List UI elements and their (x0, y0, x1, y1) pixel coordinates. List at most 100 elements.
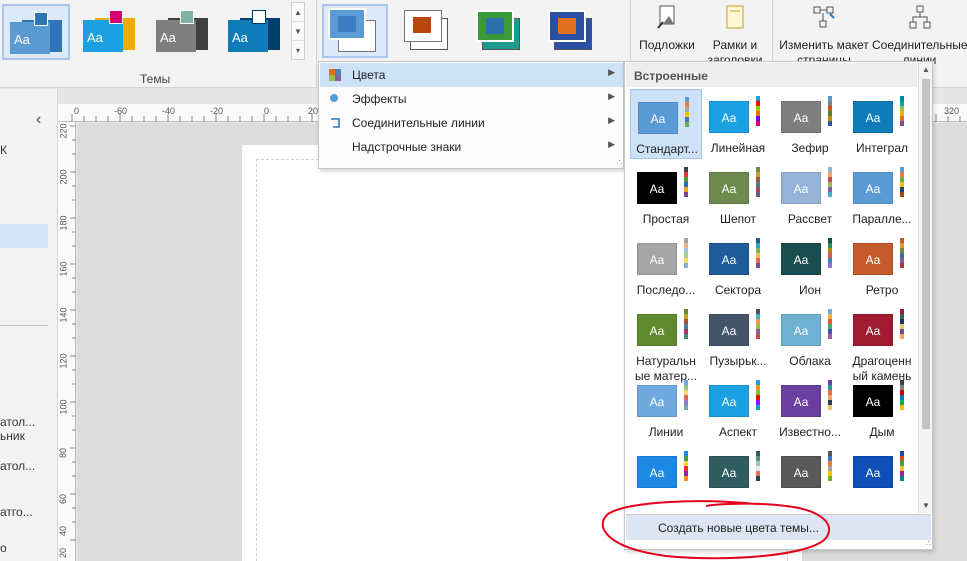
ruler-label: 220 (58, 123, 69, 139)
gallery-down-icon[interactable]: ▼ (292, 22, 304, 41)
panel-selected-item[interactable] (0, 224, 48, 248)
ruler-label: -60 (114, 106, 128, 116)
color-scheme-name: Зефир (791, 141, 829, 155)
ruler-label: 20 (308, 106, 319, 116)
color-scheme-swatch: Aa (637, 385, 677, 417)
color-scheme-palette-strip (828, 309, 832, 339)
stencil-item-3[interactable]: атго... (0, 505, 33, 519)
color-scheme-palette-strip (828, 380, 832, 410)
themes-gallery-scroll[interactable]: ▲ ▼ ▾ (291, 2, 305, 60)
color-scheme-item[interactable]: Aa Шепот (702, 160, 774, 230)
relayout-page-button[interactable]: Изменить макет страницы (776, 0, 872, 68)
backgrounds-button[interactable]: Подложки (634, 0, 700, 53)
color-scheme-item[interactable]: Aa Драгоценн ый камень (846, 302, 917, 383)
menu-item-colors[interactable]: Цвета ▶ (320, 63, 623, 87)
theme-thumb-label: Aa (87, 30, 103, 45)
color-scheme-item[interactable]: Aa Натуральн ые матер... (630, 302, 702, 383)
color-scheme-item[interactable]: Aa Простая (630, 160, 702, 230)
menu-item-effects[interactable]: Эффекты ▶ (320, 87, 623, 111)
palette-color-block (684, 476, 688, 481)
resize-grip-icon[interactable]: ∴ (617, 158, 622, 167)
color-scheme-swatch: Aa (781, 385, 821, 417)
color-scheme-item[interactable]: Aa Интеграл (846, 89, 917, 159)
color-scheme-item[interactable]: Aa Аспект (702, 373, 774, 443)
stencil-item-1[interactable]: атол... (0, 415, 35, 429)
color-scheme-palette-strip (900, 167, 904, 197)
stencil-item-1b: ьник (0, 429, 25, 443)
theme-thumb-integral[interactable]: Aa (222, 4, 290, 60)
color-scheme-item[interactable]: Aa Рассвет (774, 160, 846, 230)
palette-color-block (828, 192, 832, 197)
gallery-up-icon[interactable]: ▲ (292, 3, 304, 22)
color-scheme-name: Ион (799, 283, 821, 297)
connectors-button[interactable]: Соединительные линии (872, 0, 967, 68)
ruler-label: 180 (58, 215, 69, 231)
color-scheme-item[interactable]: Aa Пузырьк... (702, 302, 774, 372)
color-scheme-palette-strip (756, 309, 760, 339)
gallery-more-icon[interactable]: ▾ (292, 41, 304, 60)
color-scheme-swatch: Aa (781, 456, 821, 488)
stencil-item-4[interactable]: о (0, 541, 7, 555)
color-scheme-palette-strip (828, 167, 832, 197)
palette-color-block (828, 334, 832, 339)
gallery-scrollbar[interactable]: ▲ ▼ (918, 63, 932, 513)
color-scheme-item[interactable]: Aa Облака (774, 302, 846, 372)
variant-thumb-1[interactable] (322, 4, 388, 58)
color-scheme-swatch: Aa (781, 314, 821, 346)
collapse-panel-icon[interactable]: ‹ (36, 111, 41, 129)
color-scheme-item[interactable]: Aa Ретро (846, 231, 917, 301)
create-theme-colors-button[interactable]: Создать новые цвета темы... (626, 514, 931, 540)
variant-thumb-4[interactable] (540, 4, 606, 58)
color-scheme-item[interactable]: Aa Зефир (774, 89, 846, 159)
theme-thumb-label: Aa (160, 30, 176, 45)
color-scheme-palette-strip (684, 309, 688, 339)
submenu-arrow-icon: ▶ (608, 115, 615, 125)
theme-thumb-office[interactable]: Aa (2, 4, 70, 60)
theme-thumb-zephyr[interactable]: Aa (150, 4, 218, 60)
color-scheme-swatch: Aa (853, 243, 893, 275)
relayout-icon (813, 6, 835, 28)
color-scheme-name: Простая (642, 212, 690, 226)
palette-color-block (756, 192, 760, 197)
color-scheme-item[interactable]: Aa Стандарт... (630, 89, 702, 159)
color-scheme-item[interactable]: Aa Дым (846, 373, 917, 443)
color-scheme-item[interactable]: Aa (630, 444, 702, 514)
color-scheme-item[interactable]: Aa Линии (630, 373, 702, 443)
shapes-panel: ‹ К атол... ьник атол... атго... о (0, 89, 58, 561)
scroll-up-icon[interactable]: ▲ (919, 63, 933, 77)
color-scheme-item[interactable]: Aa Сектора (702, 231, 774, 301)
color-scheme-name: Пузырьк... (709, 354, 767, 368)
menu-item-label: Соединительные линии (352, 116, 485, 130)
submenu-arrow-icon: ▶ (608, 139, 615, 149)
color-scheme-palette-strip (900, 238, 904, 268)
color-scheme-name: Интеграл (855, 141, 908, 155)
scroll-thumb[interactable] (922, 79, 930, 429)
color-scheme-palette-strip (756, 96, 760, 126)
menu-item-connectors[interactable]: Соединительные линии ▶ (320, 111, 623, 135)
variant-thumb-2[interactable] (396, 4, 462, 58)
scroll-down-icon[interactable]: ▼ (919, 499, 933, 513)
color-scheme-item[interactable]: Aa Последо... (630, 231, 702, 301)
variant-thumb-3[interactable] (468, 4, 534, 58)
stencil-item-2[interactable]: атол... (0, 459, 35, 473)
theme-thumb-linear[interactable]: Aa (77, 4, 145, 60)
color-scheme-palette-strip (828, 96, 832, 126)
palette-color-block (684, 263, 688, 268)
color-scheme-item[interactable]: Aa (774, 444, 846, 514)
menu-item-embellishment[interactable]: Надстрочные знаки ▶ (320, 135, 623, 159)
color-scheme-name: Линии (648, 425, 684, 439)
color-scheme-item[interactable]: Aa (846, 444, 917, 514)
resize-grip-icon[interactable]: ∴ (926, 539, 931, 548)
color-scheme-item[interactable]: Aa Ион (774, 231, 846, 301)
color-scheme-name: Аспект (718, 425, 758, 439)
color-scheme-item[interactable]: Aa (702, 444, 774, 514)
color-scheme-item[interactable]: Aa Линейная (702, 89, 774, 159)
borders-titles-button[interactable]: Рамки и заголовки (704, 0, 766, 68)
color-scheme-palette-strip (684, 380, 688, 410)
color-scheme-palette-strip (684, 238, 688, 268)
color-scheme-swatch: Aa (709, 172, 749, 204)
color-scheme-swatch: Aa (781, 243, 821, 275)
effects-icon (330, 94, 338, 102)
color-scheme-item[interactable]: Aa Известно... (774, 373, 846, 443)
color-scheme-item[interactable]: Aa Паралле... (846, 160, 917, 230)
